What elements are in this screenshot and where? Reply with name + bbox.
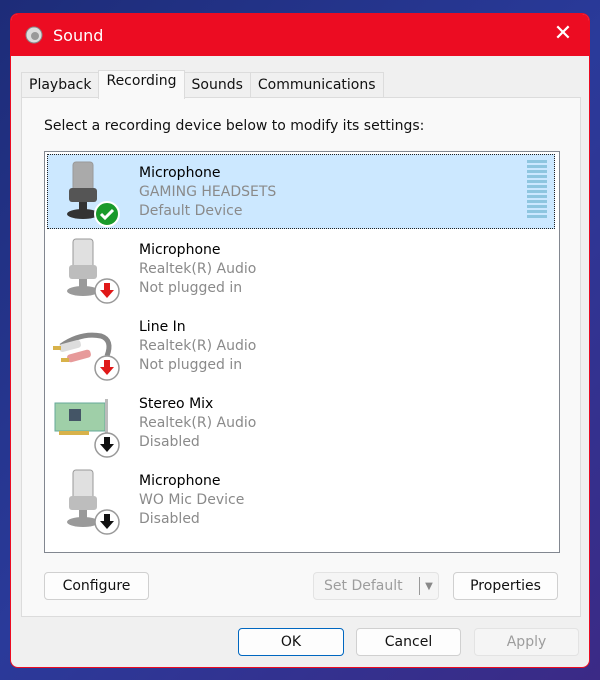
recording-panel: Select a recording device below to modif… <box>21 97 581 617</box>
device-row[interactable]: Microphone WO Mic Device Disabled <box>47 462 555 537</box>
tab-sounds[interactable]: Sounds <box>183 72 251 99</box>
device-status: Not plugged in <box>139 280 243 296</box>
device-status: Disabled <box>139 511 200 527</box>
device-name: Microphone <box>139 242 221 258</box>
chevron-down-icon: ▼ <box>419 577 438 595</box>
device-row[interactable]: Line In Realtek(R) Audio Not plugged in <box>47 308 555 383</box>
status-badge-icon <box>94 201 120 227</box>
level-meter <box>527 160 547 220</box>
tab-communications[interactable]: Communications <box>249 72 384 99</box>
status-badge-icon <box>94 432 120 458</box>
device-row[interactable]: Microphone GAMING HEADSETS Default Devic… <box>47 154 555 229</box>
cancel-button[interactable]: Cancel <box>356 628 461 656</box>
sound-card-icon <box>54 399 120 458</box>
microphone-icon <box>67 238 120 304</box>
device-list[interactable]: Microphone GAMING HEADSETS Default Devic… <box>44 151 560 553</box>
device-text: Stereo Mix Realtek(R) Audio Disabled <box>139 395 256 452</box>
device-driver: GAMING HEADSETS <box>139 184 277 200</box>
window-title: Sound <box>53 25 104 45</box>
microphone-icon <box>67 161 120 227</box>
properties-button[interactable]: Properties <box>453 572 558 600</box>
close-icon[interactable]: ✕ <box>551 22 575 46</box>
device-text: Line In Realtek(R) Audio Not plugged in <box>139 318 256 375</box>
device-status: Default Device <box>139 203 243 219</box>
device-name: Stereo Mix <box>139 396 214 412</box>
device-driver: WO Mic Device <box>139 492 245 508</box>
device-row[interactable]: Microphone Realtek(R) Audio Not plugged … <box>47 231 555 306</box>
device-driver: Realtek(R) Audio <box>139 338 257 354</box>
status-badge-icon <box>94 355 120 381</box>
configure-button[interactable]: Configure <box>44 572 149 600</box>
set-default-label: Set Default <box>324 578 403 594</box>
sound-dialog: Sound ✕ Playback Recording Sounds Commun… <box>10 13 590 668</box>
device-text: Microphone WO Mic Device Disabled <box>139 472 244 529</box>
device-text: Microphone GAMING HEADSETS Default Devic… <box>139 164 276 221</box>
set-default-button: Set Default ▼ <box>313 572 439 600</box>
device-row[interactable]: Stereo Mix Realtek(R) Audio Disabled <box>47 385 555 460</box>
tab-recording[interactable]: Recording <box>98 70 185 99</box>
tab-playback[interactable]: Playback <box>21 72 100 99</box>
tab-bar: Playback Recording Sounds Communications <box>21 70 384 99</box>
device-text: Microphone Realtek(R) Audio Not plugged … <box>139 241 256 298</box>
device-driver: Realtek(R) Audio <box>139 415 257 431</box>
device-name: Line In <box>139 319 186 335</box>
device-status: Not plugged in <box>139 357 243 373</box>
device-driver: Realtek(R) Audio <box>139 261 257 277</box>
speaker-icon <box>25 26 43 44</box>
line-in-cable-icon <box>53 332 120 381</box>
device-name: Microphone <box>139 165 221 181</box>
device-status: Disabled <box>139 434 200 450</box>
microphone-icon <box>67 469 120 535</box>
instruction-text: Select a recording device below to modif… <box>44 118 425 134</box>
status-badge-icon <box>94 278 120 304</box>
apply-button: Apply <box>474 628 579 656</box>
device-name: Microphone <box>139 473 221 489</box>
title-bar: Sound <box>11 14 589 56</box>
ok-button[interactable]: OK <box>238 628 344 656</box>
status-badge-icon <box>94 509 120 535</box>
